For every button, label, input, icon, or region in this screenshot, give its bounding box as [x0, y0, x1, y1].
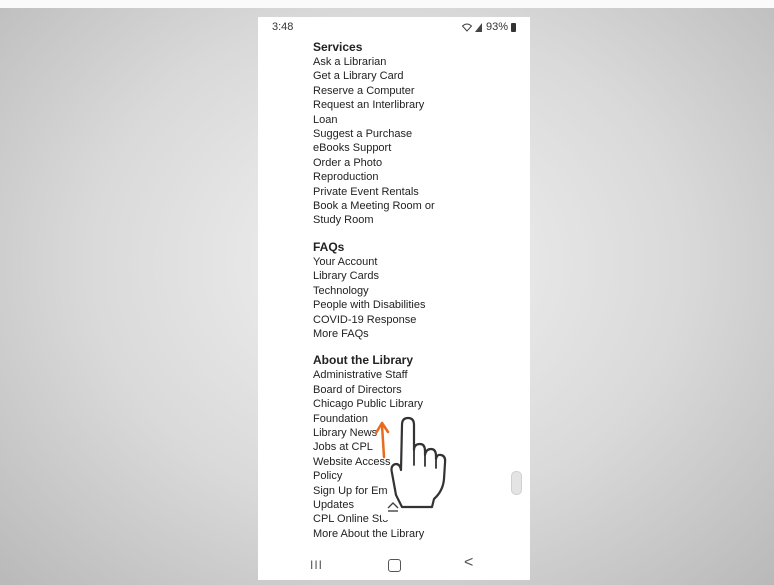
link-order-a-photo[interactable]: Order a Photo [313, 156, 513, 170]
status-bar: 3:48 93% [258, 17, 530, 37]
battery-percent: 93% [485, 21, 508, 33]
link-get-a-library-card[interactable]: Get a Library Card [313, 69, 513, 83]
link-more-about-library[interactable]: More About the Library [313, 527, 513, 541]
link-ask-a-librarian[interactable]: Ask a Librarian [313, 55, 513, 69]
link-reserve-a-computer[interactable]: Reserve a Computer [313, 84, 513, 98]
link-request-interlibrary[interactable]: Request an Interlibrary [313, 98, 513, 112]
link-book-meeting-room-cont[interactable]: Study Room [313, 213, 513, 227]
link-suggest-a-purchase[interactable]: Suggest a Purchase [313, 127, 513, 141]
recents-icon[interactable]: III [310, 558, 323, 572]
status-icons: 93% [461, 21, 516, 33]
link-covid-response[interactable]: COVID-19 Response [313, 313, 513, 327]
scroll-handle[interactable] [511, 471, 522, 495]
signal-icon [474, 22, 482, 32]
faqs-section: FAQs Your Account Library Cards Technolo… [313, 239, 513, 341]
battery-icon [511, 22, 516, 32]
status-time: 3:48 [272, 21, 294, 33]
link-order-a-photo-cont[interactable]: Reproduction [313, 170, 513, 184]
android-nav-bar: III < [258, 550, 530, 580]
link-people-with-disabilities[interactable]: People with Disabilities [313, 298, 513, 312]
link-technology[interactable]: Technology [313, 284, 513, 298]
link-private-event-rentals[interactable]: Private Event Rentals [313, 185, 513, 199]
back-icon[interactable]: < [464, 554, 473, 572]
link-library-cards[interactable]: Library Cards [313, 269, 513, 283]
home-icon[interactable] [388, 559, 401, 572]
link-administrative-staff[interactable]: Administrative Staff [313, 368, 513, 382]
section-title-faqs: FAQs [313, 239, 345, 254]
link-request-interlibrary-cont[interactable]: Loan [313, 113, 513, 127]
link-ebooks-support[interactable]: eBooks Support [313, 141, 513, 155]
pointing-hand-icon [374, 416, 447, 509]
link-book-meeting-room[interactable]: Book a Meeting Room or [313, 199, 513, 213]
link-more-faqs[interactable]: More FAQs [313, 327, 513, 341]
services-section: Services Ask a Librarian Get a Library C… [313, 39, 513, 228]
section-title-services: Services [313, 40, 363, 54]
link-your-account[interactable]: Your Account [313, 255, 513, 269]
wifi-icon [461, 23, 472, 32]
section-title-about: About the Library [313, 353, 414, 368]
swipe-up-arrow-icon [374, 421, 390, 459]
top-strip [0, 0, 774, 8]
